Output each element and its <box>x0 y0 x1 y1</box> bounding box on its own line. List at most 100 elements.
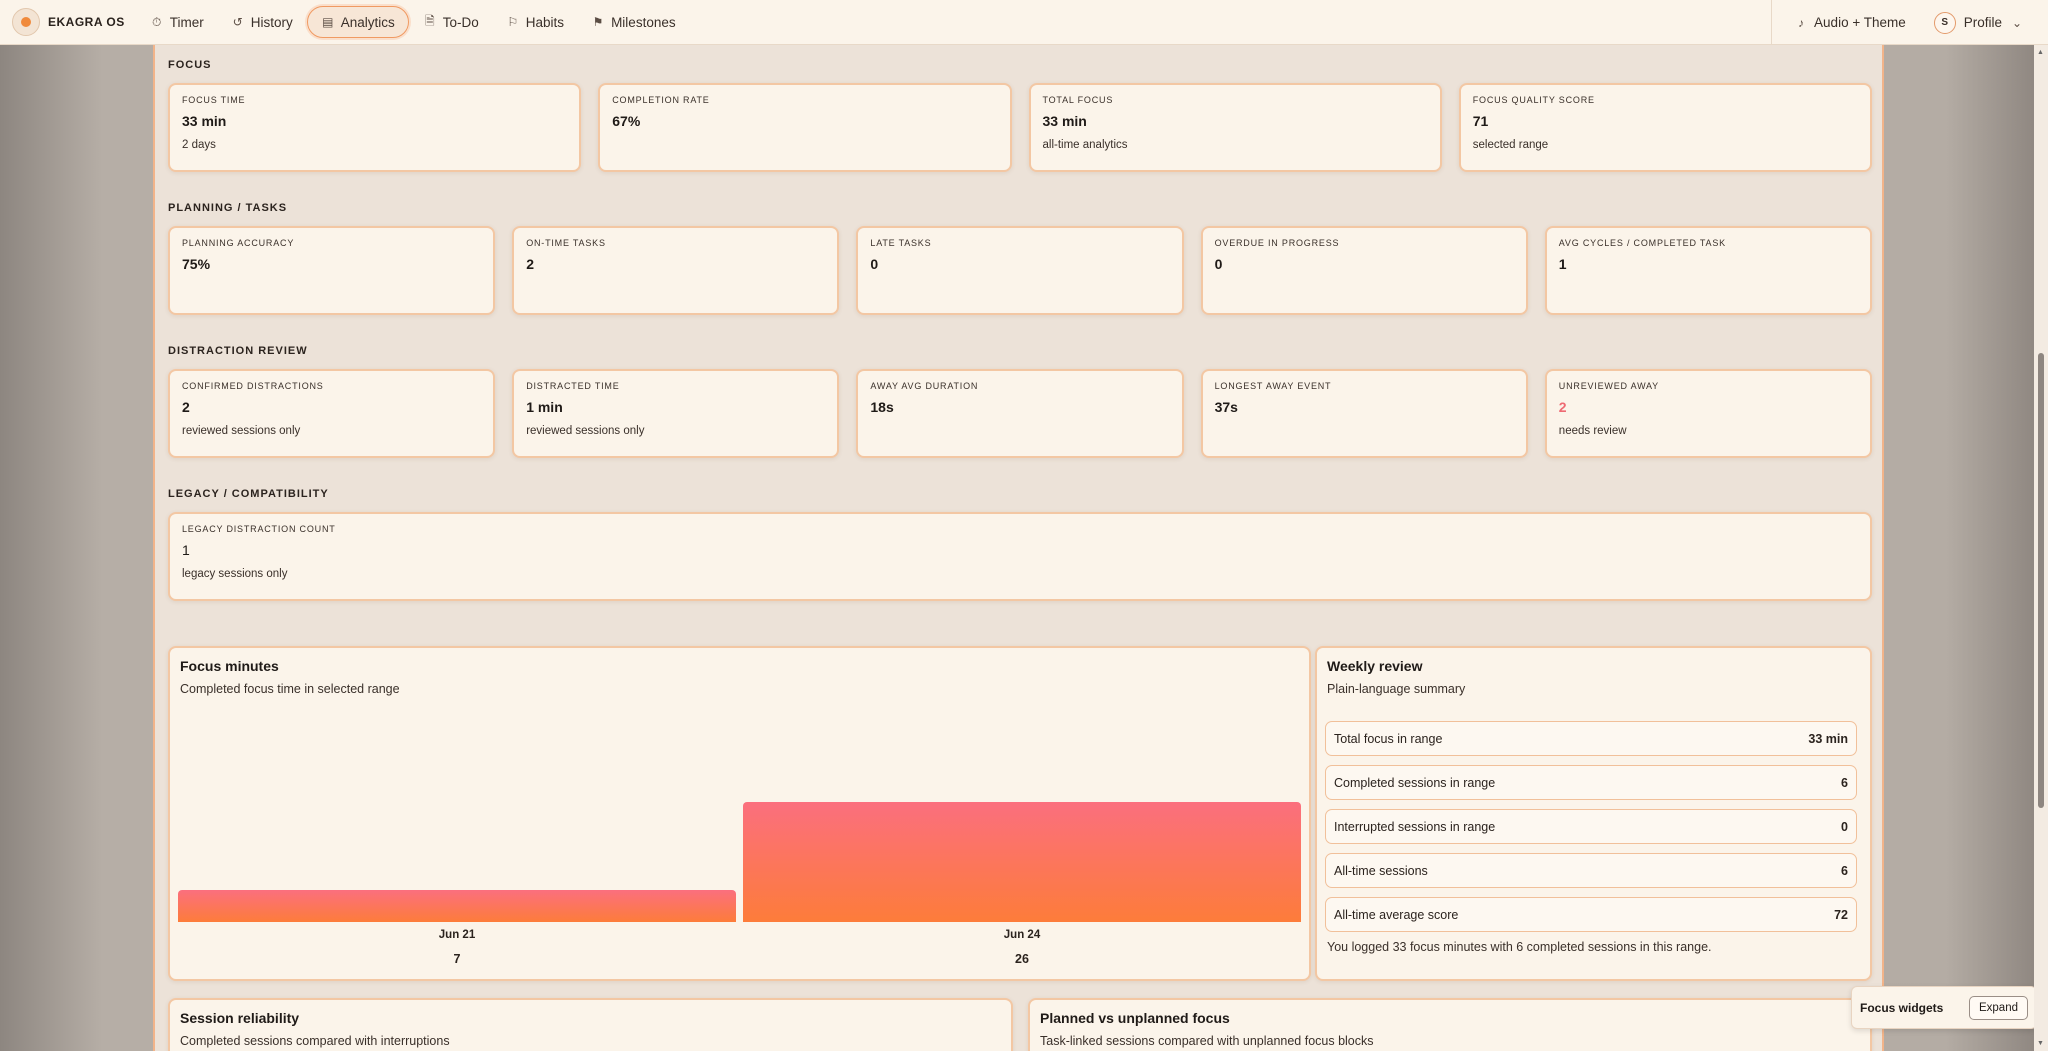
weekly-review-row: Total focus in range 33 min <box>1325 721 1857 756</box>
analytics-panel: FOCUS FOCUS TIME 33 min 2 days COMPLETION R… <box>153 45 1884 1051</box>
focus-minutes-subtitle: Completed focus time in selected range <box>180 682 400 696</box>
card-value: 33 min <box>1042 113 1087 129</box>
weekly-review-note: You logged 33 focus minutes with 6 compl… <box>1327 940 1712 954</box>
profile-label: Profile <box>1963 15 2002 30</box>
card-sub: 2 days <box>182 139 216 151</box>
chart-bar <box>178 889 736 922</box>
card-value: 33 min <box>182 113 227 129</box>
card-sub: reviewed sessions only <box>182 425 301 437</box>
planning-card-on-time-tasks: ON-TIME TASKS 2 <box>512 226 840 315</box>
scroll-down-icon[interactable]: ▼ <box>2037 1040 2044 1047</box>
nav-tab-timer[interactable]: ⏱ Timer <box>137 6 217 38</box>
session-reliability-subtitle: Completed sessions compared with interru… <box>180 1034 450 1048</box>
card-value: 71 <box>1472 113 1489 129</box>
nav-tab-to-do[interactable]: 🗎 To-Do <box>410 6 492 38</box>
focus-card-focus-quality-score: FOCUS QUALITY SCORE 71 selected range <box>1458 83 1872 172</box>
weekly-review-row: All-time sessions 6 <box>1325 853 1857 888</box>
row-label: Interrupted sessions in range <box>1334 819 1496 834</box>
brand[interactable]: EKAGRA OS <box>12 8 125 36</box>
card-value: 1 <box>182 542 190 558</box>
focus-widgets-title: Focus widgets <box>1860 1000 1944 1015</box>
audio-theme-label: Audio + Theme <box>1814 15 1906 30</box>
row-value: 72 <box>1834 907 1848 922</box>
audio-theme-button[interactable]: ♪ Audio + Theme <box>1794 15 1906 30</box>
top-nav: EKAGRA OS ⏱ Timer ↺ History ▤ Analytics 🗎 To-Do… <box>0 0 2048 45</box>
card-label: AWAY AVG DURATION <box>870 381 979 391</box>
chart-value-label: 26 <box>1015 952 1029 966</box>
card-label: LONGEST AWAY EVENT <box>1214 381 1332 391</box>
session-reliability-title: Session reliability <box>180 1010 300 1026</box>
todo-icon: 🗎 <box>424 13 435 28</box>
row-value: 6 <box>1841 775 1848 790</box>
row-label: All-time sessions <box>1334 863 1428 878</box>
card-value: 2 <box>182 399 190 415</box>
card-sub: legacy sessions only <box>182 568 288 580</box>
planning-card-late-tasks: LATE TASKS 0 <box>856 226 1184 315</box>
weekly-review-title: Weekly review <box>1327 658 1423 674</box>
nav-tab-label: Timer <box>169 14 204 30</box>
section-title-focus: FOCUS <box>168 59 212 71</box>
music-note-icon: ♪ <box>1798 15 1805 30</box>
card-label: FOCUS QUALITY SCORE <box>1472 95 1595 105</box>
brand-logo-icon <box>12 8 40 36</box>
card-label: PLANNING ACCURACY <box>182 238 295 248</box>
card-label: TOTAL FOCUS <box>1042 95 1114 105</box>
card-label: CONFIRMED DISTRACTIONS <box>182 381 324 391</box>
distraction-card-distracted-time: DISTRACTED TIME 1 min reviewed sessions on… <box>512 369 840 458</box>
chart-category-label: Jun 21 <box>438 929 476 941</box>
chart-bar <box>743 802 1301 922</box>
row-value: 6 <box>1841 863 1848 878</box>
planned-vs-unplanned-subtitle: Task-linked sessions compared with unpla… <box>1040 1034 1374 1048</box>
card-label: ON-TIME TASKS <box>526 238 606 248</box>
expand-button[interactable]: Expand <box>1968 995 2028 1020</box>
brand-name: EKAGRA OS <box>48 15 125 29</box>
card-value: 67% <box>612 113 641 129</box>
card-value: 0 <box>870 256 879 272</box>
profile-button[interactable]: S Profile ⌄ <box>1933 11 2024 34</box>
distraction-card-confirmed-distractions: CONFIRMED DISTRACTIONS 2 reviewed sessions… <box>168 369 496 458</box>
section-title-distraction: DISTRACTION REVIEW <box>168 345 308 357</box>
focus-minutes-card: Focus minutes Completed focus time in se… <box>168 646 1311 981</box>
planned-vs-unplanned-card: Planned vs unplanned focus Task-linked s… <box>1028 998 1872 1051</box>
focus-card-completion-rate: COMPLETION RATE 67% <box>598 83 1012 172</box>
nav-tab-label: Habits <box>525 14 565 30</box>
focus-card-total-focus: TOTAL FOCUS 33 min all-time analytics <box>1028 83 1442 172</box>
row-label: Completed sessions in range <box>1334 775 1496 790</box>
card-label: COMPLETION RATE <box>612 95 710 105</box>
chevron-down-icon: ⌄ <box>2011 15 2023 30</box>
card-sub: needs review <box>1558 425 1627 437</box>
timer-icon: ⏱ <box>152 14 162 29</box>
milestones-icon: ⚑ <box>592 15 604 29</box>
card-value: 2 <box>526 256 534 272</box>
distraction-card-longest-away-event: LONGEST AWAY EVENT 37s <box>1200 369 1528 458</box>
habits-icon: ⚐ <box>507 15 519 29</box>
card-value: 2 <box>1558 399 1567 415</box>
weekly-review-row: Interrupted sessions in range 0 <box>1325 809 1857 844</box>
card-label: FOCUS TIME <box>182 95 246 105</box>
nav-tab-habits[interactable]: ⚐ Habits <box>493 6 577 38</box>
planning-card-planning-accuracy: PLANNING ACCURACY 75% <box>168 226 496 315</box>
card-label: AVG CYCLES / COMPLETED TASK <box>1558 238 1726 248</box>
nav-tab-analytics[interactable]: ▤ Analytics <box>306 6 409 38</box>
scrollbar[interactable]: ▲ ▼ <box>2034 45 2048 1051</box>
row-value: 0 <box>1841 819 1848 834</box>
card-value: 0 <box>1214 256 1223 272</box>
session-reliability-card: Session reliability Completed sessions c… <box>168 998 1013 1051</box>
scroll-thumb[interactable] <box>2038 353 2044 808</box>
nav-tab-label: To-Do <box>442 14 479 30</box>
chart-value-label: 7 <box>453 952 461 966</box>
row-value: 33 min <box>1808 731 1848 746</box>
card-value: 37s <box>1214 399 1238 415</box>
planned-vs-unplanned-title: Planned vs unplanned focus <box>1040 1010 1230 1026</box>
focus-card-focus-time: FOCUS TIME 33 min 2 days <box>168 83 582 172</box>
nav-tab-milestones[interactable]: ⚑ Milestones <box>578 6 689 38</box>
scroll-up-icon[interactable]: ▲ <box>2037 49 2044 56</box>
nav-tab-label: History <box>250 14 293 30</box>
card-sub: all-time analytics <box>1042 139 1128 151</box>
focus-minutes-title: Focus minutes <box>180 658 279 674</box>
avatar: S <box>1933 11 1956 34</box>
card-value: 18s <box>870 399 894 415</box>
nav-tab-history[interactable]: ↺ History <box>218 6 306 38</box>
weekly-review-row: All-time average score 72 <box>1325 897 1857 932</box>
card-label: LEGACY DISTRACTION COUNT <box>182 524 336 534</box>
